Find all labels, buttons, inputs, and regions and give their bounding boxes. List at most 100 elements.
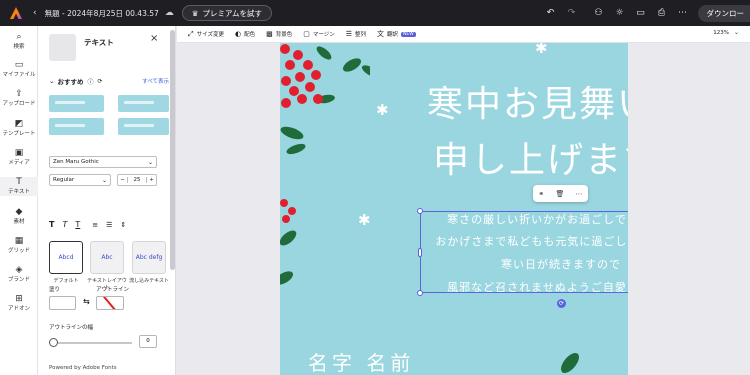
font-family-select[interactable]: Zen Maru Gothic ⌄ — [49, 156, 157, 168]
document-title[interactable]: 無題 - 2024年8月25日 00.43.57 — [45, 8, 159, 19]
undo-icon[interactable]: ↶ — [545, 8, 557, 18]
fill-label: 塗り — [49, 287, 61, 293]
print-icon[interactable]: ⎙ — [656, 8, 668, 18]
rail-item-my-files[interactable]: ▭ マイファイル — [0, 60, 38, 79]
link-icon[interactable]: ⚭ — [539, 190, 545, 198]
rail-item-brand[interactable]: ◈ ブランド — [0, 265, 38, 284]
recommended-thumbnail[interactable] — [49, 118, 104, 135]
color-scheme-label: 配色 — [244, 32, 256, 38]
refresh-icon[interactable]: ⟳ — [97, 78, 102, 85]
text-icon: T — [16, 177, 22, 187]
redo-icon[interactable]: ↷ — [566, 8, 578, 18]
outline-width-slider[interactable] — [52, 342, 132, 344]
upload-icon: ⇪ — [15, 89, 23, 99]
font-family-value: Zen Maru Gothic — [53, 159, 99, 165]
translate-label: 翻訳 — [387, 32, 399, 38]
background-icon: ▩ — [266, 30, 273, 38]
download-button[interactable]: ダウンロー — [697, 4, 750, 22]
align-center-icon[interactable]: ≡ — [92, 221, 98, 229]
margin-icon: ▢ — [303, 30, 310, 38]
rail-item-upload[interactable]: ⇪ アップロード — [0, 89, 38, 108]
fill-color-swatch[interactable] — [49, 296, 76, 310]
addon-icon: ⊞ — [15, 294, 23, 304]
text-selection-box[interactable] — [420, 211, 628, 293]
italic-icon[interactable]: T — [62, 220, 67, 229]
font-size-value[interactable]: 25 — [134, 177, 141, 183]
recommended-thumbnail[interactable] — [118, 118, 169, 135]
heading-line-2[interactable]: 申し上げます — [433, 131, 628, 183]
font-weight-select[interactable]: Regular ⌄ — [49, 174, 111, 186]
search-icon: ⌕ — [16, 32, 22, 42]
chevron-down-icon[interactable]: ⌄ — [734, 29, 739, 36]
list-icon[interactable]: ☰ — [106, 221, 112, 229]
chevron-down-icon: ⌄ — [147, 158, 153, 166]
shapes-icon: ◆ — [15, 207, 23, 217]
background-color-button[interactable]: ▩ 背景色 — [266, 30, 292, 38]
try-premium-button[interactable]: ♛ プレミアムを試す — [181, 5, 272, 21]
resize-handle[interactable] — [417, 290, 423, 296]
zoom-level[interactable]: 123% — [713, 30, 729, 36]
canvas-area: ✱ ✱ ✱ ✱ 寒中お見舞い 申し上げます 寒さの厳しい折いかがお過ごしでしょう… — [177, 43, 750, 375]
rail-item-search[interactable]: ⌕ 検索 — [0, 32, 38, 51]
see-all-link[interactable]: すべて表示 — [142, 77, 169, 85]
background-label: 背景色 — [275, 32, 293, 38]
font-size-stepper[interactable]: − 25 + — [117, 174, 157, 186]
rail-label: アドオン — [7, 306, 30, 312]
top-bar: ‹ 無題 - 2024年8月25日 00.43.57 ☁ ♛ プレミアムを試す … — [0, 0, 750, 26]
rail-label: 素材 — [13, 219, 25, 225]
back-icon[interactable]: ‹ — [33, 8, 37, 18]
increase-size-button[interactable]: + — [146, 177, 156, 183]
rail-item-addons[interactable]: ⊞ アドオン — [0, 294, 38, 313]
snowflake-icon: ✱ — [535, 43, 548, 57]
more-icon[interactable]: ⋯ — [575, 190, 582, 198]
font-weight-value: Regular — [53, 177, 75, 183]
resize-handle[interactable] — [417, 208, 423, 214]
style-flow-card[interactable]: Abc defg — [132, 241, 166, 274]
close-icon[interactable]: × — [150, 33, 158, 44]
new-badge: NEW — [401, 31, 416, 37]
decrease-size-button[interactable]: − — [118, 177, 128, 183]
rail-label: グリッド — [7, 248, 30, 254]
powered-by-adobe-fonts: Powered by Adobe Fonts — [49, 365, 117, 371]
resize-button[interactable]: ⤢ サイズ変更 — [188, 30, 224, 39]
margin-button[interactable]: ▢ マージン — [303, 30, 335, 38]
heading-line-1[interactable]: 寒中お見舞い — [427, 75, 628, 127]
style-default-card[interactable]: Abcd — [49, 241, 83, 274]
panel-scrollbar[interactable] — [170, 30, 175, 270]
chevron-down-icon[interactable]: ⌄ — [49, 77, 54, 85]
delete-icon[interactable]: 🗑 — [555, 190, 564, 198]
rail-item-templates[interactable]: ◩ テンプレート — [0, 119, 38, 138]
more-icon[interactable]: ⋯ — [677, 8, 689, 18]
rail-item-grid[interactable]: ▦ グリッド — [0, 236, 38, 255]
underline-icon[interactable]: T — [75, 220, 80, 229]
chevron-down-icon: ⌄ — [101, 176, 107, 184]
rail-label: ブランド — [7, 277, 30, 283]
translate-icon: 文 — [377, 30, 385, 38]
rail-label: メディア — [8, 160, 30, 166]
recommended-thumbnail[interactable] — [49, 95, 104, 112]
adobe-express-logo[interactable] — [9, 6, 23, 20]
swap-icon[interactable]: ⇆ — [83, 297, 90, 306]
try-premium-label: プレミアムを試す — [202, 8, 262, 18]
recommended-thumbnail[interactable] — [118, 95, 169, 112]
outline-width-input[interactable]: 0 — [139, 335, 157, 348]
translate-button[interactable]: 文翻訳 NEW — [377, 29, 416, 39]
comment-icon[interactable]: ▭ — [635, 8, 647, 18]
rotate-handle-icon[interactable]: ⟳ — [557, 299, 566, 308]
slider-handle[interactable] — [49, 338, 58, 347]
rail-item-text[interactable]: T テキスト — [0, 177, 38, 196]
greeting-card[interactable]: ✱ ✱ ✱ ✱ 寒中お見舞い 申し上げます 寒さの厳しい折いかがお過ごしでしょう… — [280, 43, 628, 375]
sender-name[interactable]: 名字 名前 — [308, 347, 414, 375]
rail-item-media[interactable]: ▣ メディア — [0, 148, 38, 167]
align-button[interactable]: ☰ 整列 — [346, 30, 366, 38]
lightbulb-icon[interactable]: ☼ — [614, 8, 626, 18]
color-scheme-button[interactable]: ◐ 配色 — [235, 30, 255, 38]
info-icon[interactable]: ⓘ — [87, 77, 93, 86]
outline-color-swatch[interactable] — [96, 296, 124, 310]
user-icon[interactable]: ⚇ — [593, 8, 605, 18]
style-layout-card[interactable]: Abc — [90, 241, 124, 274]
resize-handle[interactable] — [418, 248, 422, 257]
bold-icon[interactable]: T — [49, 220, 54, 229]
spacing-icon[interactable]: ⇕ — [120, 221, 126, 229]
rail-item-elements[interactable]: ◆ 素材 — [0, 207, 38, 226]
